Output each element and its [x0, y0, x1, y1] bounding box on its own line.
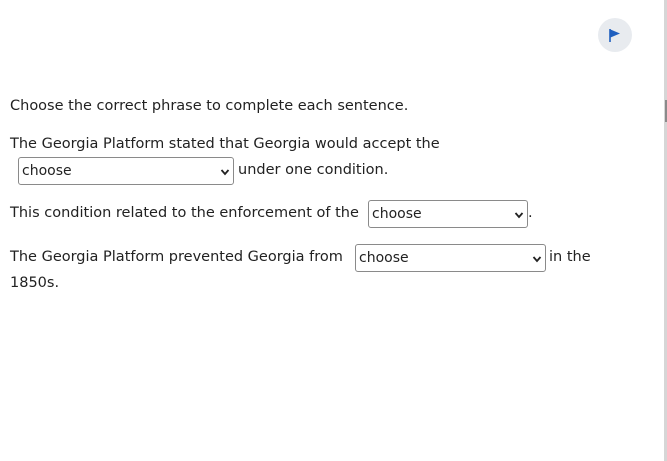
flag-icon: [609, 29, 620, 42]
instructions-text: Choose the correct phrase to complete ea…: [10, 98, 409, 114]
question-1-after-text: under one condition.: [238, 162, 389, 178]
question-3-dropdown-value: choose: [359, 250, 409, 266]
question-1-dropdown[interactable]: choose: [18, 157, 234, 185]
question-2-dropdown-value: choose: [372, 206, 422, 222]
question-page: Choose the correct phrase to complete ea…: [0, 0, 667, 461]
question-3-after-text: in the: [549, 249, 591, 265]
chevron-down-icon: [220, 169, 230, 176]
flag-button[interactable]: [598, 18, 632, 52]
question-3-dropdown[interactable]: choose: [355, 244, 546, 272]
question-1-text: The Georgia Platform stated that Georgia…: [10, 136, 440, 152]
question-1-dropdown-value: choose: [22, 163, 72, 179]
question-3-continuation-text: 1850s.: [10, 275, 60, 291]
chevron-down-icon: [514, 212, 524, 219]
question-2-after-text: .: [528, 205, 533, 221]
question-3-text: The Georgia Platform prevented Georgia f…: [10, 249, 343, 265]
question-2-text: This condition related to the enforcemen…: [10, 205, 359, 221]
chevron-down-icon: [532, 256, 542, 263]
question-2-dropdown[interactable]: choose: [368, 200, 528, 228]
